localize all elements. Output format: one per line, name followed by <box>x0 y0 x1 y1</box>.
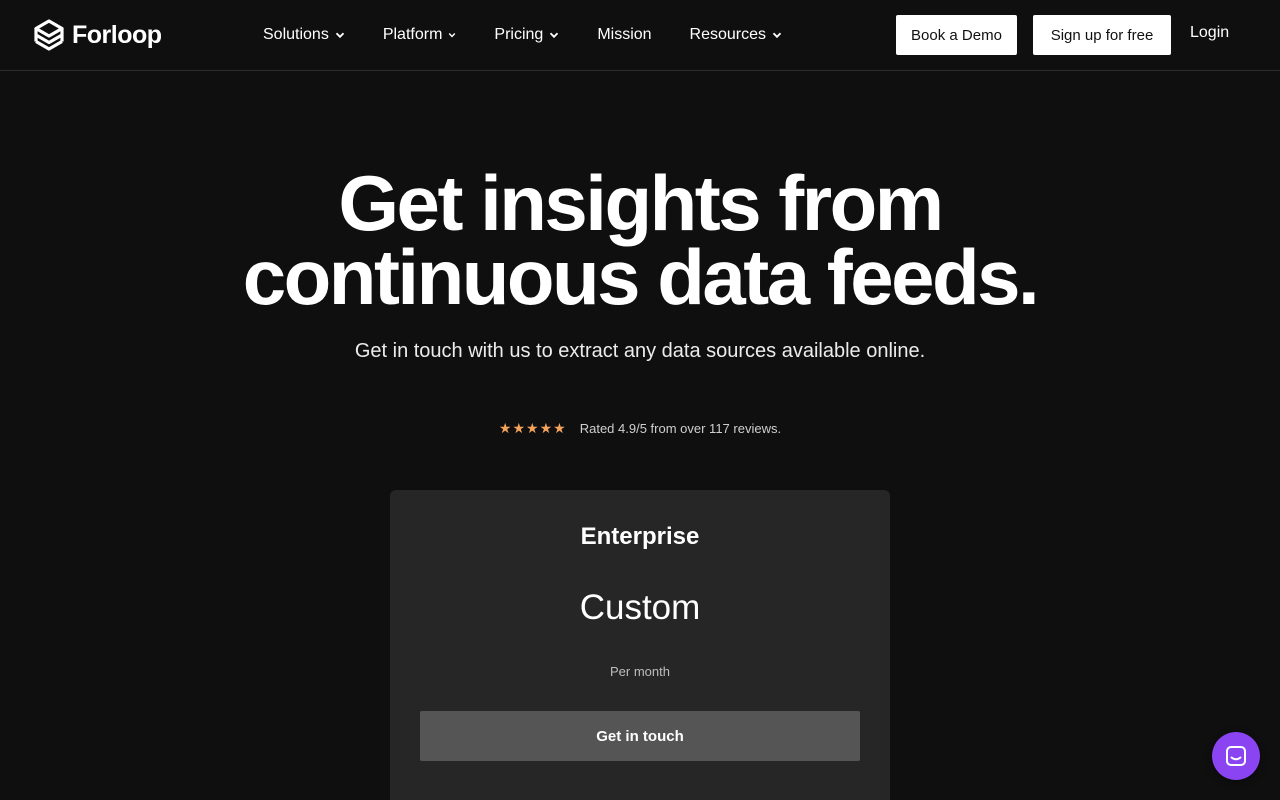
star-icon: ★ <box>512 420 526 436</box>
nav-item-platform[interactable]: Platform <box>383 26 457 44</box>
nav-item-mission[interactable]: Mission <box>597 26 651 44</box>
hero-title: Get insights from continuous data feeds. <box>0 164 1280 316</box>
signup-button[interactable]: Sign up for free <box>1033 15 1171 55</box>
star-icon: ★ <box>553 420 566 436</box>
rating-text: Rated 4.9/5 from over 117 reviews. <box>579 420 782 436</box>
hero-title-line-2: continuous data feeds. <box>242 233 1040 321</box>
site-header: Forloop Solutions Platform Pricing Missi… <box>0 0 1280 71</box>
rating-stars: ★ ★ ★ ★ ★ <box>499 420 566 436</box>
plan-price: Custom <box>579 588 701 627</box>
main-nav: Solutions Platform Pricing Mission Resou… <box>263 0 820 70</box>
star-icon: ★ <box>498 420 512 436</box>
brand-logo[interactable]: Forloop <box>32 18 162 52</box>
chevron-down-icon <box>449 33 456 38</box>
nav-item-label: Platform <box>382 26 443 43</box>
nav-item-label: Solutions <box>263 26 329 43</box>
chat-icon <box>1226 746 1246 766</box>
plan-name: Enterprise <box>580 523 700 550</box>
login-link[interactable]: Login <box>1190 24 1229 42</box>
nav-item-label: Pricing <box>494 26 544 43</box>
chevron-down-icon <box>550 32 559 39</box>
nav-item-solutions[interactable]: Solutions <box>263 26 345 44</box>
star-icon: ★ <box>539 420 553 436</box>
chevron-down-icon <box>335 32 344 39</box>
nav-item-label: Mission <box>597 26 652 43</box>
page: Forloop Solutions Platform Pricing Missi… <box>0 0 1280 800</box>
nav-item-label: Resources <box>689 26 767 43</box>
pricing-card: Enterprise Custom Per month Get in touch <box>390 490 890 800</box>
plan-period: Per month <box>610 664 670 679</box>
chevron-down-icon <box>772 32 782 39</box>
nav-item-resources[interactable]: Resources <box>690 26 782 44</box>
book-demo-button[interactable]: Book a Demo <box>896 15 1017 55</box>
brand-name: Forloop <box>72 20 162 49</box>
nav-item-pricing[interactable]: Pricing <box>494 26 559 44</box>
rating: ★ ★ ★ ★ ★ Rated 4.9/5 from over 117 revi… <box>0 420 1280 436</box>
forloop-logo-icon <box>34 19 64 51</box>
chat-launcher-button[interactable] <box>1212 732 1260 780</box>
star-icon: ★ <box>526 420 539 436</box>
hero-subtitle: Get in touch with us to extract any data… <box>354 340 926 362</box>
get-in-touch-button[interactable]: Get in touch <box>420 711 860 761</box>
